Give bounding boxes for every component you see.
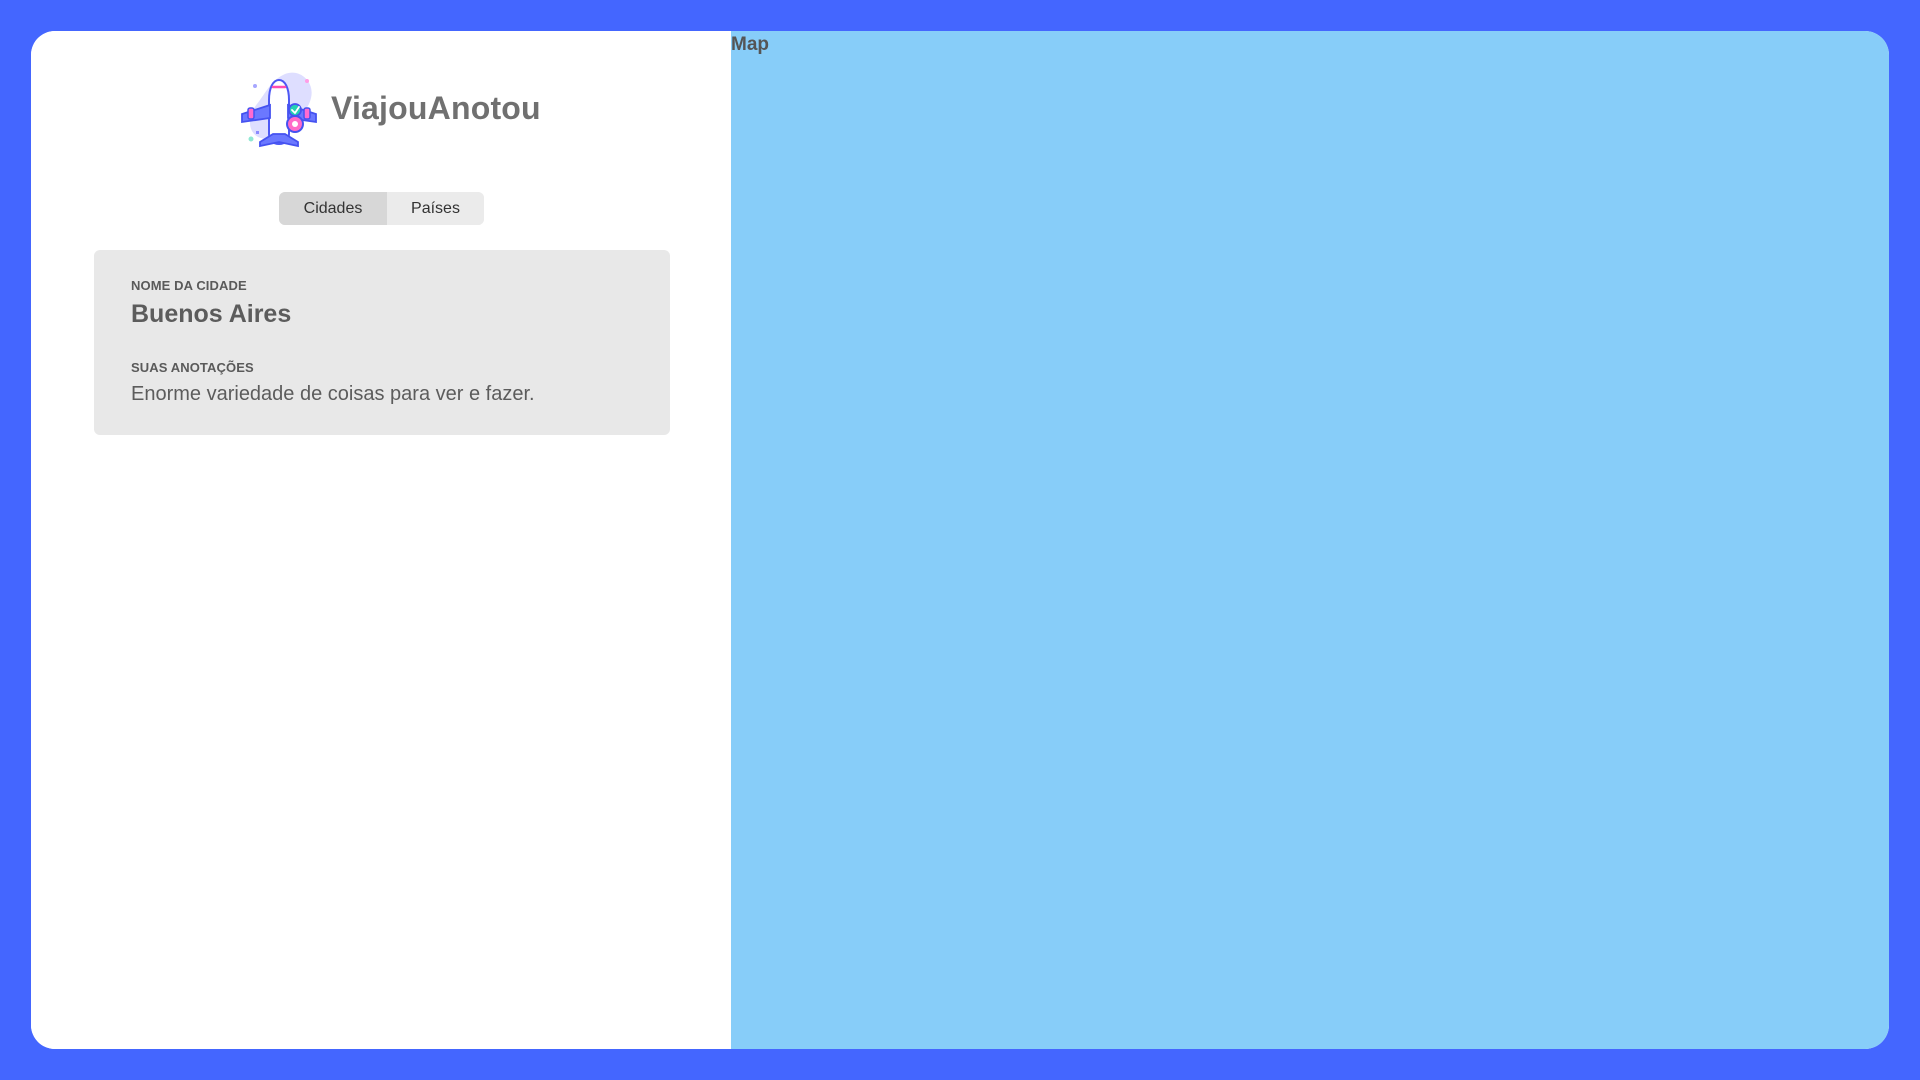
brand-logo[interactable]: ViajouAnotou (237, 66, 541, 150)
view-tabs: Cidades Países (279, 192, 484, 225)
app-frame: ViajouAnotou Cidades Países NOME DA CIDA… (31, 31, 1889, 1049)
notes-label: SUAS ANOTAÇÕES (131, 360, 254, 375)
city-card[interactable]: NOME DA CIDADE Buenos Aires SUAS ANOTAÇÕ… (94, 250, 670, 435)
brand-name: ViajouAnotou (331, 89, 541, 126)
notes-text: Enorme variedade de coisas para ver e fa… (131, 383, 535, 405)
tab-countries[interactable]: Países (387, 192, 484, 225)
airplane-pin-icon (241, 72, 317, 148)
city-name: Buenos Aires (131, 300, 292, 328)
city-name-label: NOME DA CIDADE (131, 278, 247, 293)
sidebar: ViajouAnotou Cidades Países NOME DA CIDA… (31, 31, 731, 1049)
map-panel[interactable]: Map (731, 31, 1889, 1049)
map-title: Map (731, 34, 769, 55)
tab-cities[interactable]: Cidades (279, 192, 387, 225)
